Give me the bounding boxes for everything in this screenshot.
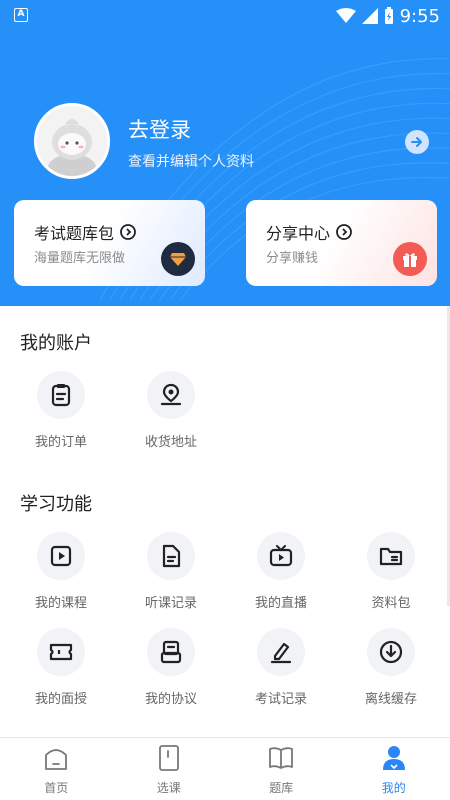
lecture-history-icon-bg <box>147 532 195 580</box>
grid-item-label: 我的课程 <box>34 596 87 611</box>
clipboard-icon <box>51 384 71 407</box>
status-bar: A 9:55 <box>0 0 450 32</box>
grid-item-label: 收货地址 <box>144 435 197 450</box>
grid-item-address[interactable]: 收货地址 <box>116 371 226 450</box>
tab-mine[interactable]: 我的 <box>338 738 450 800</box>
document-icon <box>162 544 181 568</box>
diamond-badge <box>161 242 195 276</box>
tab-label: 题库 <box>269 781 294 795</box>
bottom-tab-bar: 首页 选课 题库 我的 <box>0 737 450 800</box>
grid-item-materials[interactable]: 资料包 <box>336 532 446 611</box>
app-notification-icon: A <box>14 8 28 22</box>
tab-label: 首页 <box>44 781 69 795</box>
grid-item-my-courses[interactable]: 我的课程 <box>6 532 116 611</box>
open-book-icon <box>268 745 294 771</box>
address-icon-bg <box>147 371 195 419</box>
avatar[interactable] <box>34 103 110 179</box>
user-icon <box>381 745 407 771</box>
exam-bank-card[interactable]: 考试题库包 海量题库无限做 <box>14 200 205 286</box>
grid-item-label: 我的协议 <box>144 692 197 707</box>
profile-arrow-button[interactable] <box>405 130 429 154</box>
exam-bank-card-title: 考试题库包 <box>34 220 136 244</box>
tv-icon <box>269 545 293 567</box>
grid-item-orders[interactable]: 我的订单 <box>6 371 116 450</box>
face-to-face-icon-bg <box>37 628 85 676</box>
status-time: 9:55 <box>399 5 440 27</box>
book-page-icon <box>156 745 182 771</box>
live-icon-bg <box>257 532 305 580</box>
tab-courses[interactable]: 选课 <box>113 738 226 800</box>
grid-item-label: 离线缓存 <box>364 692 417 707</box>
agreement-icon-bg <box>147 628 195 676</box>
share-center-card[interactable]: 分享中心 分享赚钱 <box>246 200 437 286</box>
account-section-title: 我的账户 <box>20 333 92 354</box>
ticket-icon <box>49 643 73 661</box>
offline-cache-icon-bg <box>367 628 415 676</box>
battery-icon <box>384 7 393 24</box>
exam-bank-card-subtitle: 海量题库无限做 <box>34 251 126 266</box>
home-icon <box>43 745 69 771</box>
tab-question-bank[interactable]: 题库 <box>225 738 338 800</box>
share-center-card-label: 分享中心 <box>266 224 331 243</box>
chevron-circle-icon <box>336 224 352 240</box>
grid-item-label: 我的订单 <box>34 435 87 450</box>
grid-item-lecture-history[interactable]: 听课记录 <box>116 532 226 611</box>
wifi-icon <box>335 8 356 23</box>
avatar-mascot-icon <box>37 106 107 176</box>
grid-item-offline-cache[interactable]: 离线缓存 <box>336 628 446 707</box>
grid-item-label: 考试记录 <box>254 692 307 707</box>
diamond-icon <box>170 253 186 266</box>
tab-label: 我的 <box>381 781 406 795</box>
grid-item-label: 听课记录 <box>144 596 197 611</box>
learning-section-title: 学习功能 <box>20 494 92 515</box>
arrow-right-icon <box>411 137 422 147</box>
share-center-card-subtitle: 分享赚钱 <box>266 251 319 266</box>
printer-icon <box>160 640 182 664</box>
chevron-circle-icon <box>120 224 136 240</box>
exam-records-icon-bg <box>257 628 305 676</box>
download-icon <box>379 640 403 664</box>
grid-item-label: 我的直播 <box>254 596 307 611</box>
gift-icon <box>403 253 417 267</box>
tab-home[interactable]: 首页 <box>0 738 113 800</box>
grid-item-my-live[interactable]: 我的直播 <box>226 532 336 611</box>
signal-icon <box>361 8 378 24</box>
grid-item-label: 我的面授 <box>34 692 87 707</box>
grid-item-agreement[interactable]: 我的协议 <box>116 628 226 707</box>
status-right-cluster: 9:55 <box>335 4 440 28</box>
grid-item-exam-records[interactable]: 考试记录 <box>226 628 336 707</box>
play-square-icon <box>50 545 72 567</box>
profile-edit-link[interactable]: 查看并编辑个人资料 <box>128 151 254 171</box>
location-icon <box>160 383 182 406</box>
edit-icon <box>270 642 292 664</box>
orders-icon-bg <box>37 371 85 419</box>
share-center-card-title: 分享中心 <box>266 220 352 244</box>
login-title[interactable]: 去登录 <box>128 114 191 144</box>
exam-bank-card-label: 考试题库包 <box>34 224 115 243</box>
folder-icon <box>379 547 403 566</box>
grid-item-label: 资料包 <box>371 596 411 611</box>
tab-label: 选课 <box>156 781 181 795</box>
gift-badge <box>393 242 427 276</box>
grid-item-face-to-face[interactable]: 我的面授 <box>6 628 116 707</box>
materials-icon-bg <box>367 532 415 580</box>
courses-icon-bg <box>37 532 85 580</box>
